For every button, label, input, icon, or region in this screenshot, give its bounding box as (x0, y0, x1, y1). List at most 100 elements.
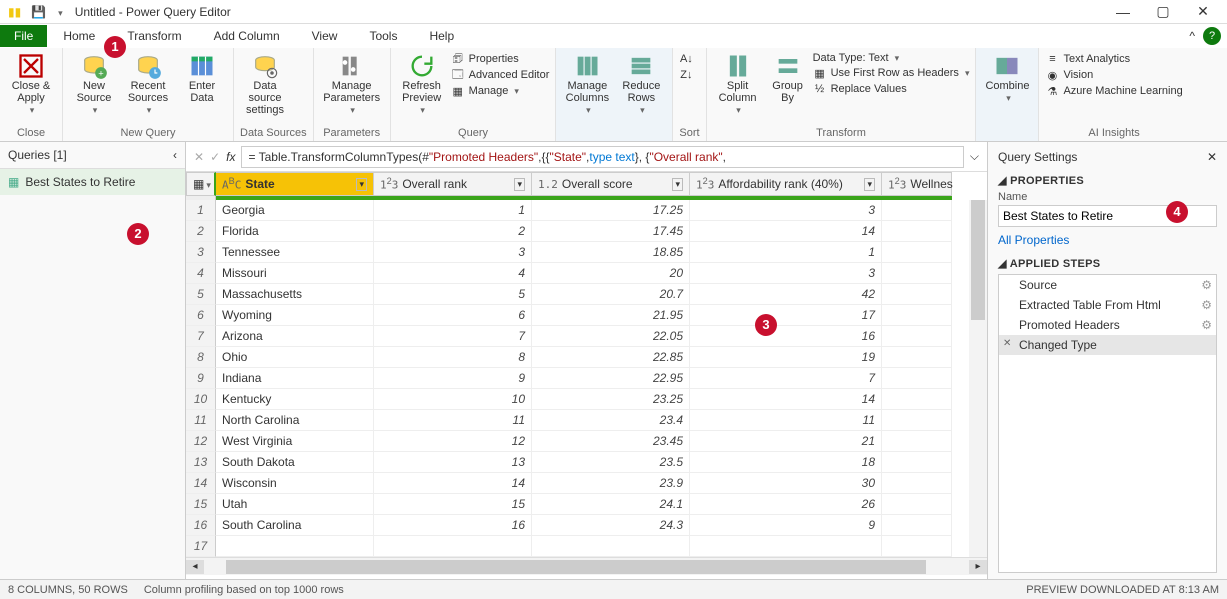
qat-save-icon[interactable]: 💾 (27, 5, 50, 19)
cell-score[interactable]: 24.1 (532, 494, 690, 515)
cell-wellness[interactable] (882, 452, 952, 473)
cell-wellness[interactable] (882, 263, 952, 284)
text-analytics-button[interactable]: ≡Text Analytics (1045, 52, 1182, 66)
row-number[interactable]: 2 (186, 221, 216, 242)
collapse-queries-icon[interactable]: ‹ (173, 148, 177, 162)
cell-state[interactable]: South Dakota (216, 452, 374, 473)
fx-accept-icon[interactable]: ✓ (210, 150, 220, 164)
cell-affordability[interactable]: 9 (690, 515, 882, 536)
filter-icon[interactable]: ▾ (514, 178, 525, 191)
cell-affordability[interactable]: 30 (690, 473, 882, 494)
cell-rank[interactable]: 10 (374, 389, 532, 410)
cell-affordability[interactable]: 14 (690, 389, 882, 410)
cell-score[interactable]: 20 (532, 263, 690, 284)
row-number[interactable]: 15 (186, 494, 216, 515)
cell-rank[interactable]: 5 (374, 284, 532, 305)
new-source-button[interactable]: +New Source (69, 50, 119, 116)
vision-button[interactable]: ◉Vision (1045, 68, 1182, 82)
cell-rank[interactable]: 16 (374, 515, 532, 536)
enter-data-button[interactable]: Enter Data (177, 50, 227, 104)
cell-wellness[interactable] (882, 410, 952, 431)
qat-dropdown[interactable] (52, 5, 67, 19)
split-column-button[interactable]: Split Column (713, 50, 763, 116)
col-header-overall-rank[interactable]: 123Overall rank▾ (374, 172, 532, 196)
cell-state[interactable]: West Virginia (216, 431, 374, 452)
cell-state[interactable]: Missouri (216, 263, 374, 284)
cell-wellness[interactable] (882, 221, 952, 242)
cell-affordability[interactable]: 14 (690, 221, 882, 242)
fx-cancel-icon[interactable]: ✕ (194, 150, 204, 164)
advanced-editor-button[interactable]: 🗔Advanced Editor (451, 68, 550, 82)
row-number[interactable]: 5 (186, 284, 216, 305)
azure-ml-button[interactable]: ⚗Azure Machine Learning (1045, 84, 1182, 98)
cell-state[interactable]: Indiana (216, 368, 374, 389)
cell-state[interactable]: Florida (216, 221, 374, 242)
manage-parameters-button[interactable]: Manage Parameters (320, 50, 384, 116)
cell-affordability[interactable]: 21 (690, 431, 882, 452)
tab-view[interactable]: View (296, 25, 354, 47)
tab-tools[interactable]: Tools (353, 25, 413, 47)
cell-state[interactable]: Arizona (216, 326, 374, 347)
cell-affordability[interactable]: 1 (690, 242, 882, 263)
cell-rank[interactable]: 1 (374, 200, 532, 221)
cell-rank[interactable]: 14 (374, 473, 532, 494)
data-type-button[interactable]: Data Type: Text (813, 52, 970, 64)
cell-state[interactable]: Georgia (216, 200, 374, 221)
cell-score[interactable]: 17.25 (532, 200, 690, 221)
col-header-overall-score[interactable]: 1.2Overall score▾ (532, 172, 690, 196)
cell-rank[interactable]: 3 (374, 242, 532, 263)
step-extracted[interactable]: Extracted Table From Html⚙ (999, 295, 1216, 315)
close-button[interactable]: ✕ (1183, 3, 1223, 20)
cell-score[interactable]: 21.95 (532, 305, 690, 326)
manage-button[interactable]: ▦Manage (451, 84, 550, 98)
cell-rank[interactable]: 11 (374, 410, 532, 431)
cell-score[interactable]: 20.7 (532, 284, 690, 305)
cell-score[interactable]: 22.85 (532, 347, 690, 368)
cell-rank[interactable]: 15 (374, 494, 532, 515)
row-number[interactable]: 17 (186, 536, 216, 557)
filter-icon[interactable]: ▾ (356, 178, 367, 191)
cell-wellness[interactable] (882, 389, 952, 410)
first-row-headers-button[interactable]: ▦Use First Row as Headers (813, 66, 970, 80)
sort-asc-button[interactable]: A↓ (679, 52, 693, 66)
replace-values-button[interactable]: ½Replace Values (813, 82, 970, 96)
cell-wellness[interactable] (882, 305, 952, 326)
cell-state[interactable]: North Carolina (216, 410, 374, 431)
all-properties-link[interactable]: All Properties (998, 233, 1217, 247)
cell-rank[interactable]: 4 (374, 263, 532, 284)
maximize-button[interactable]: ▢ (1143, 3, 1183, 20)
properties-button[interactable]: 🗊Properties (451, 52, 550, 66)
recent-sources-button[interactable]: Recent Sources (123, 50, 173, 116)
cell-wellness[interactable] (882, 473, 952, 494)
cell-score[interactable]: 23.45 (532, 431, 690, 452)
cell-score[interactable]: 22.95 (532, 368, 690, 389)
data-source-settings-button[interactable]: Data source settings (240, 50, 290, 116)
cell-wellness[interactable] (882, 242, 952, 263)
close-settings-icon[interactable]: ✕ (1207, 150, 1217, 164)
row-number[interactable]: 11 (186, 410, 216, 431)
gear-icon[interactable]: ⚙ (1201, 298, 1212, 312)
sort-desc-button[interactable]: Z↓ (679, 68, 693, 82)
cell-affordability[interactable]: 18 (690, 452, 882, 473)
cell-score[interactable]: 23.25 (532, 389, 690, 410)
cell-rank[interactable]: 2 (374, 221, 532, 242)
row-number[interactable]: 16 (186, 515, 216, 536)
row-number[interactable]: 3 (186, 242, 216, 263)
cell-affordability[interactable]: 42 (690, 284, 882, 305)
cell-rank[interactable]: 13 (374, 452, 532, 473)
expand-properties-icon[interactable]: ◢ (998, 175, 1007, 187)
row-number[interactable]: 6 (186, 305, 216, 326)
col-header-state[interactable]: ABCState▾ (216, 172, 374, 196)
cell-wellness[interactable] (882, 368, 952, 389)
cell-state[interactable]: Wyoming (216, 305, 374, 326)
cell-wellness[interactable] (882, 431, 952, 452)
cell-wellness[interactable] (882, 494, 952, 515)
cell-rank[interactable]: 6 (374, 305, 532, 326)
cell-affordability[interactable]: 16 (690, 326, 882, 347)
cell-affordability[interactable]: 17 (690, 305, 882, 326)
step-changed-type[interactable]: Changed Type (999, 335, 1216, 355)
cell-affordability[interactable]: 26 (690, 494, 882, 515)
cell-state[interactable] (216, 536, 374, 557)
cell-affordability[interactable]: 3 (690, 200, 882, 221)
col-header-affordability[interactable]: 123Affordability rank (40%)▾ (690, 172, 882, 196)
